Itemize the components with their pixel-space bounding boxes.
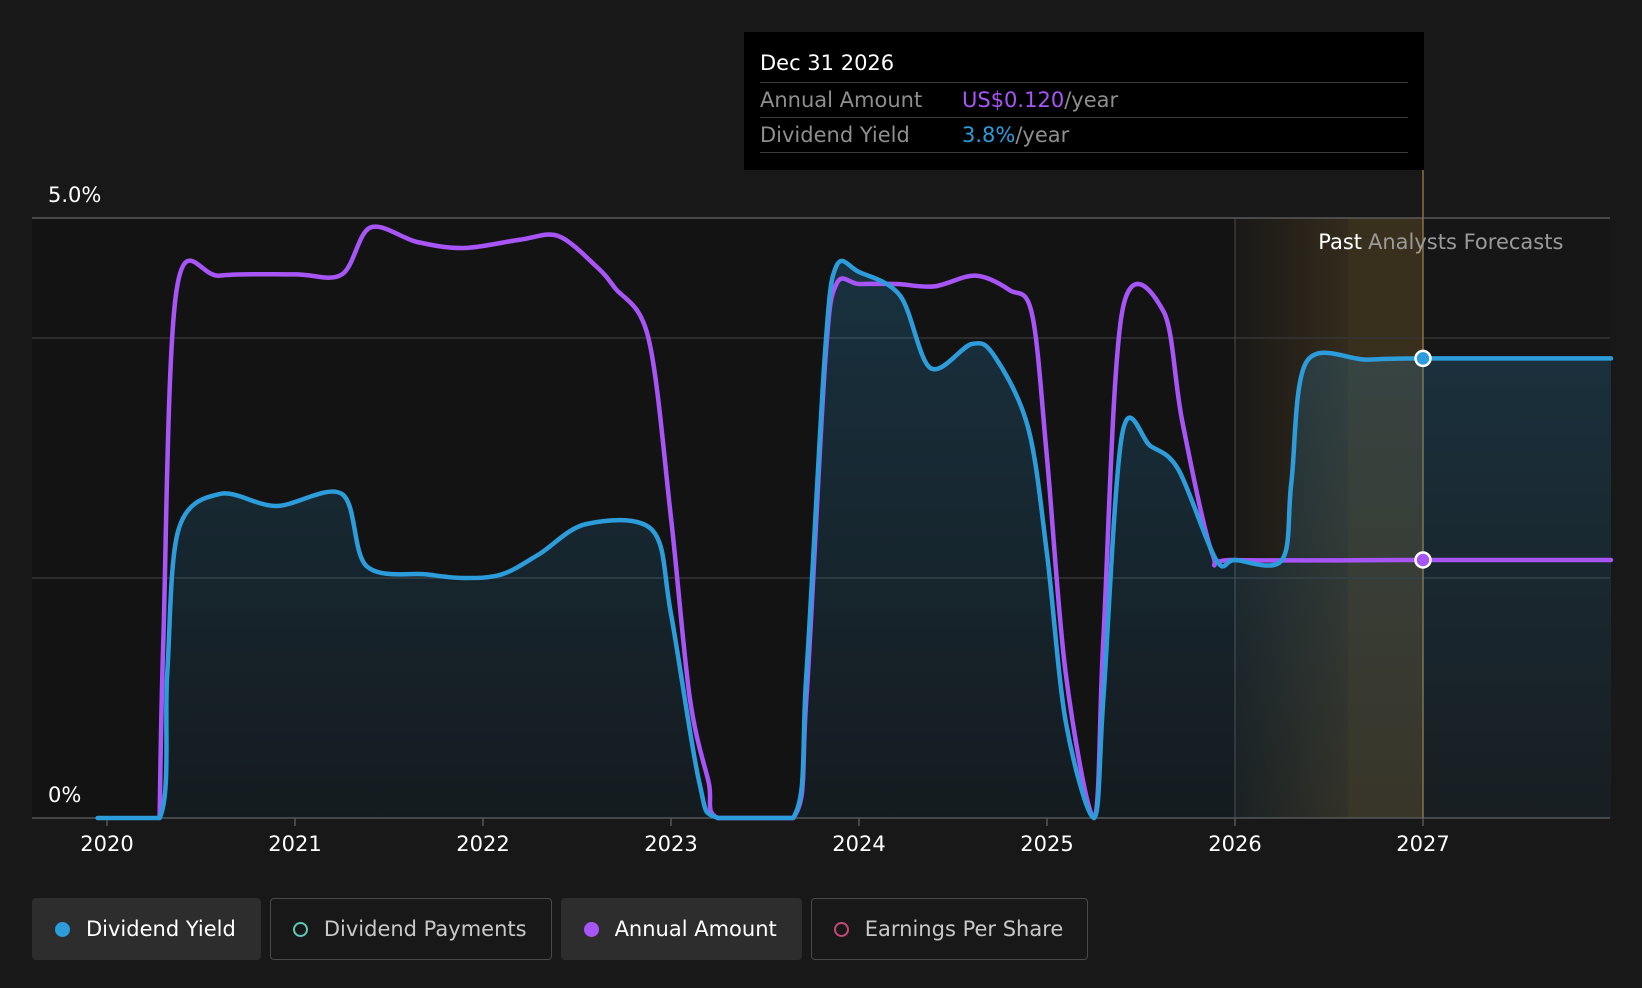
legend-label: Earnings Per Share xyxy=(864,917,1064,941)
x-tick-label: 2021 xyxy=(268,832,321,856)
tooltip-row-dividend-yield: Dividend Yield 3.8% /year xyxy=(760,118,1408,153)
tooltip-label: Dividend Yield xyxy=(760,123,910,147)
tooltip-suffix: /year xyxy=(1015,123,1070,147)
tooltip-row-annual-amount: Annual Amount US$0.120 /year xyxy=(760,83,1408,118)
legend-label: Dividend Yield xyxy=(86,917,236,941)
legend-item-dividend-payments[interactable]: Dividend Payments xyxy=(269,898,552,960)
tooltip-value: 3.8% xyxy=(962,123,1016,147)
tooltip-value: US$0.120 xyxy=(962,88,1065,112)
forecast-label: Analysts Forecasts xyxy=(1368,230,1563,254)
legend-item-earnings-per-share[interactable]: Earnings Per Share xyxy=(810,898,1089,960)
chart-tooltip: Dec 31 2026 Annual Amount US$0.120 /year… xyxy=(744,32,1424,170)
legend-item-dividend-yield[interactable]: Dividend Yield xyxy=(32,898,261,960)
x-tick-label: 2027 xyxy=(1396,832,1449,856)
x-tick-label: 2024 xyxy=(832,832,885,856)
x-tick-label: 2025 xyxy=(1020,832,1073,856)
legend-dot-icon xyxy=(55,921,70,937)
legend-label: Dividend Payments xyxy=(323,917,527,941)
x-tick-label: 2022 xyxy=(456,832,509,856)
chart-legend: Dividend Yield Dividend Payments Annual … xyxy=(32,898,1089,960)
dividend-yield-marker xyxy=(1414,349,1432,368)
tooltip-label: Annual Amount xyxy=(760,88,923,112)
x-tick-label: 2023 xyxy=(644,832,697,856)
tooltip-date: Dec 31 2026 xyxy=(760,32,1408,83)
legend-label: Annual Amount xyxy=(614,917,777,941)
tooltip-suffix: /year xyxy=(1064,88,1119,112)
past-label: Past xyxy=(1318,230,1362,254)
y-tick-label: 5.0% xyxy=(48,183,101,207)
annual-amount-marker xyxy=(1414,551,1432,569)
x-tick-label: 2026 xyxy=(1208,832,1261,856)
legend-dot-icon xyxy=(292,921,308,937)
y-tick-label: 0% xyxy=(48,783,81,807)
x-tick-label: 2020 xyxy=(80,832,133,856)
legend-item-annual-amount[interactable]: Annual Amount xyxy=(560,898,802,960)
legend-dot-icon xyxy=(583,921,599,937)
legend-dot-icon xyxy=(833,921,849,937)
